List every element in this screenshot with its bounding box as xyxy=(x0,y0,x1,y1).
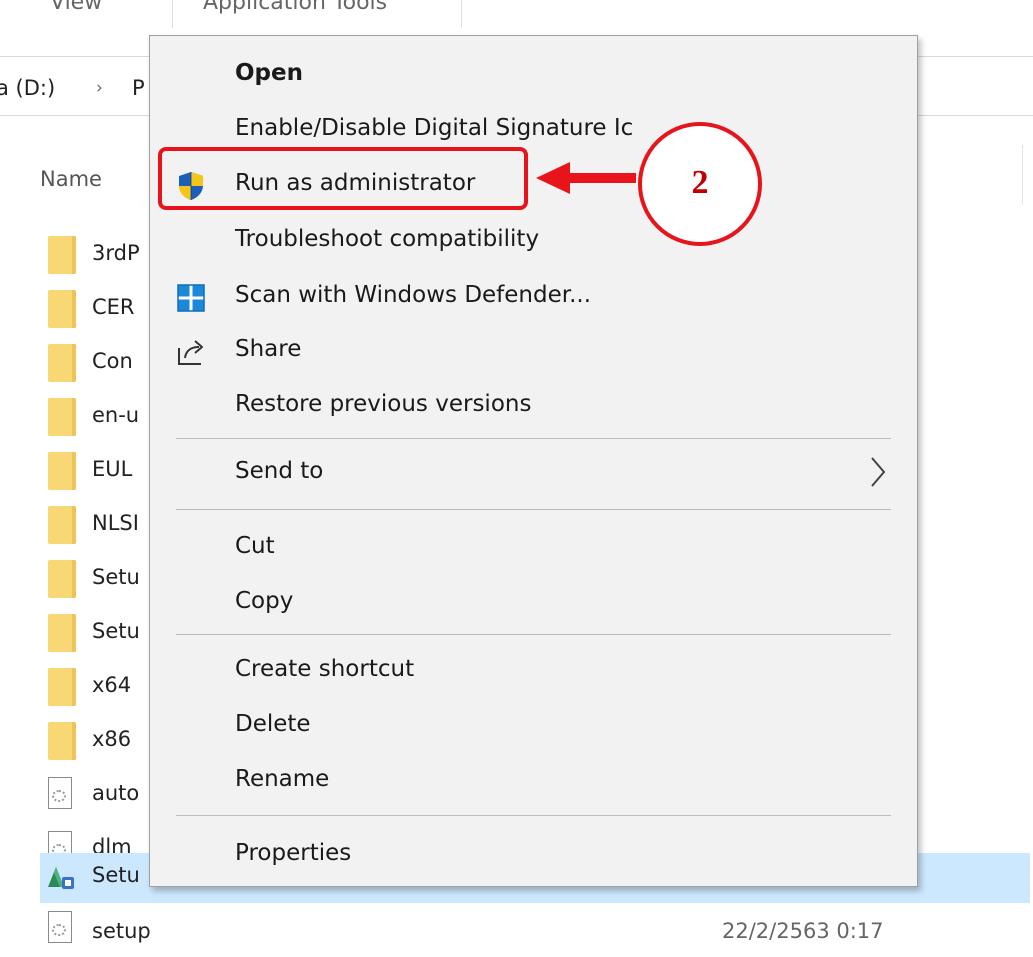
menu-item-share[interactable]: Share xyxy=(150,326,917,378)
menu-item-label: Copy xyxy=(235,588,294,614)
menu-item-label: Rename xyxy=(235,766,330,792)
settings-file-icon xyxy=(48,777,72,809)
menu-item-label: Send to xyxy=(235,458,324,484)
chevron-right-icon xyxy=(871,457,886,487)
defender-icon xyxy=(177,284,205,312)
menu-item-label: Create shortcut xyxy=(235,656,415,682)
file-name: NLSI xyxy=(92,511,139,535)
menu-item-label: Scan with Windows Defender... xyxy=(235,282,592,308)
breadcrumb-folder[interactable]: P xyxy=(132,76,145,100)
menu-item-label: Cut xyxy=(235,533,275,559)
menu-separator xyxy=(176,438,891,439)
annotation-step-badge: 2 xyxy=(638,122,762,246)
folder-icon xyxy=(48,452,76,490)
annotation-highlight-box xyxy=(158,147,528,210)
menu-item-rename[interactable]: Rename xyxy=(150,756,917,808)
file-name: en-u xyxy=(92,403,140,427)
menu-item-delete[interactable]: Delete xyxy=(150,701,917,753)
column-divider xyxy=(1022,145,1023,205)
menu-item-label: Enable/Disable Digital Signature Ic xyxy=(235,115,634,141)
annotation-step-number: 2 xyxy=(691,164,709,201)
column-header-name[interactable]: Name xyxy=(40,167,102,191)
ribbon-tab-view[interactable]: View xyxy=(50,0,102,15)
setup-app-icon xyxy=(48,867,74,889)
file-name: 3rdP xyxy=(92,241,140,265)
folder-icon xyxy=(48,560,76,598)
file-name: Con xyxy=(92,349,133,373)
menu-item-properties[interactable]: Properties xyxy=(150,830,917,882)
menu-item-label: Open xyxy=(235,60,303,86)
menu-item-restore-previous-versions[interactable]: Restore previous versions xyxy=(150,381,917,433)
menu-item-cut[interactable]: Cut xyxy=(150,523,917,575)
menu-item-create-shortcut[interactable]: Create shortcut xyxy=(150,646,917,698)
share-icon xyxy=(178,340,203,365)
menu-item-scan-with-defender[interactable]: Scan with Windows Defender... xyxy=(150,272,917,324)
folder-icon xyxy=(48,398,76,436)
folder-icon xyxy=(48,344,76,382)
menu-item-send-to[interactable]: Send to xyxy=(150,448,917,500)
menu-item-label: Troubleshoot compatibility xyxy=(235,226,540,252)
settings-file-icon xyxy=(48,911,72,943)
folder-icon xyxy=(48,614,76,652)
menu-item-troubleshoot-compatibility[interactable]: Troubleshoot compatibility xyxy=(150,216,917,268)
file-date: 22/2/2563 0:17 xyxy=(722,919,884,943)
menu-separator xyxy=(176,509,891,510)
menu-item-label: Properties xyxy=(235,840,352,866)
file-name: Setu xyxy=(92,565,140,589)
ribbon-separator xyxy=(172,0,173,28)
ribbon: View Application Tools xyxy=(0,0,1033,30)
folder-icon xyxy=(48,722,76,760)
menu-item-label: Restore previous versions xyxy=(235,391,532,417)
menu-item-open[interactable]: Open xyxy=(150,50,917,102)
ribbon-tab-application-tools[interactable]: Application Tools xyxy=(203,0,387,15)
folder-icon xyxy=(48,668,76,706)
file-name: x64 xyxy=(92,673,132,697)
file-name: Setu xyxy=(92,619,140,643)
breadcrumb-drive[interactable]: a (D:) xyxy=(0,76,55,100)
menu-separator xyxy=(176,815,891,816)
file-name: EUL xyxy=(92,457,133,481)
breadcrumb-chevron-icon[interactable]: › xyxy=(96,78,103,98)
annotation-arrow-icon xyxy=(536,162,636,194)
file-name: Setu xyxy=(92,863,140,887)
file-name: CER xyxy=(92,295,135,319)
ribbon-separator xyxy=(461,0,462,28)
menu-separator xyxy=(176,634,891,635)
folder-icon xyxy=(48,236,76,274)
folder-icon xyxy=(48,290,76,328)
menu-item-label: Share xyxy=(235,336,302,362)
folder-icon xyxy=(48,506,76,544)
file-name: x86 xyxy=(92,727,132,751)
file-name: setup xyxy=(92,919,151,943)
list-item[interactable]: setup 22/2/2563 0:17 xyxy=(40,903,1030,957)
menu-item-copy[interactable]: Copy xyxy=(150,578,917,630)
menu-item-label: Delete xyxy=(235,711,311,737)
file-name: auto xyxy=(92,781,140,805)
